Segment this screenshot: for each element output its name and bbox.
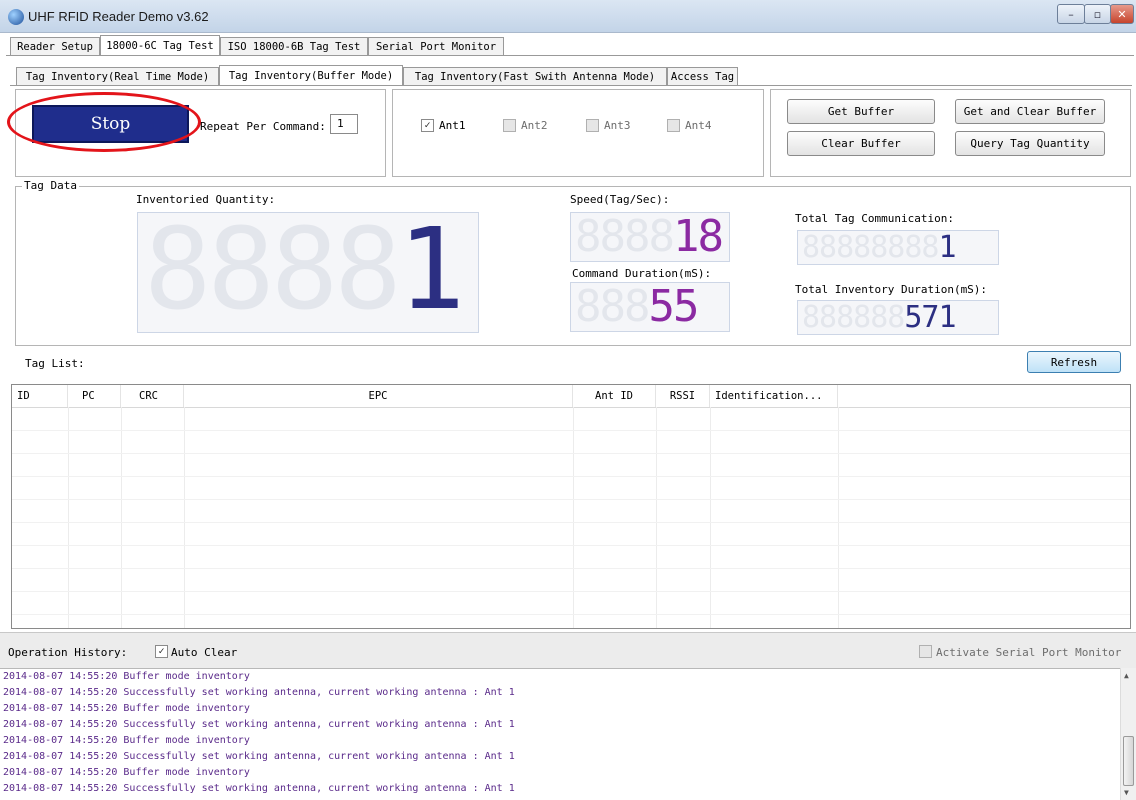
auto-clear-label: Auto Clear — [171, 646, 238, 659]
get-buffer-button[interactable]: Get Buffer — [787, 99, 935, 124]
activate-serial-monitor-checkbox[interactable] — [919, 645, 932, 658]
tag-list-table[interactable]: ID PC CRC EPC Ant ID RSSI Identification… — [11, 384, 1131, 629]
log-line: 2014-08-07 14:55:20 Successfully set wor… — [3, 783, 515, 794]
highlight-ellipse — [7, 92, 201, 152]
tab-real-time-mode[interactable]: Tag Inventory(Real Time Mode) — [16, 67, 219, 85]
ant1-checkbox[interactable]: ✓ — [421, 119, 434, 132]
refresh-button[interactable]: Refresh — [1027, 351, 1121, 373]
column-divider — [121, 407, 122, 628]
row-divider — [12, 614, 1130, 615]
row-divider — [12, 453, 1130, 454]
log-line: 2014-08-07 14:55:20 Successfully set wor… — [3, 751, 515, 762]
column-header-crc[interactable]: CRC — [121, 385, 184, 407]
column-divider — [710, 407, 711, 628]
main-tab-underline — [6, 55, 1134, 56]
column-header-identification[interactable]: Identification... — [710, 385, 838, 407]
inventoried-quantity-digits: 88881 — [144, 205, 465, 335]
row-divider — [12, 499, 1130, 500]
row-divider — [12, 568, 1130, 569]
inventoried-quantity-display: 88881 — [137, 205, 479, 335]
clear-buffer-button[interactable]: Clear Buffer — [787, 131, 935, 156]
column-header-rssi[interactable]: RSSI — [656, 385, 710, 407]
row-divider — [12, 476, 1130, 477]
repeat-per-command-input[interactable]: 1 — [330, 114, 358, 134]
row-divider — [12, 545, 1130, 546]
tab-fast-switch-antenna-mode[interactable]: Tag Inventory(Fast Swith Antenna Mode) — [403, 67, 667, 85]
ant1-label: Ant1 — [439, 119, 466, 132]
command-duration-value: 55 — [648, 281, 699, 332]
minimize-button[interactable]: – — [1057, 4, 1085, 24]
speed-digits: 888818 — [575, 211, 724, 262]
antenna-group — [392, 89, 764, 177]
app-icon — [8, 9, 24, 25]
ant3-checkbox[interactable] — [586, 119, 599, 132]
column-divider — [68, 407, 69, 628]
scroll-down-arrow-icon[interactable]: ▼ — [1124, 788, 1129, 797]
speed-value: 18 — [672, 211, 724, 262]
total-inventory-duration-digits: 888888571 — [802, 300, 957, 335]
total-tag-communication-digits: 888888881 — [802, 230, 957, 265]
total-tag-communication-label: Total Tag Communication: — [795, 212, 954, 225]
column-header-pc[interactable]: PC — [68, 385, 121, 407]
log-line: 2014-08-07 14:55:20 Successfully set wor… — [3, 719, 515, 730]
column-header-id[interactable]: ID — [12, 385, 68, 407]
operation-history-log[interactable]: 2014-08-07 14:55:20 Buffer mode inventor… — [0, 668, 1136, 800]
total-tag-communication-value: 1 — [938, 230, 957, 265]
total-inventory-duration-value: 571 — [904, 300, 956, 335]
column-header-ant-id[interactable]: Ant ID — [573, 385, 656, 407]
history-scrollbar[interactable]: ▲ ▼ — [1120, 668, 1136, 800]
column-divider — [573, 407, 574, 628]
tag-data-label: Tag Data — [22, 179, 79, 192]
window-title: UHF RFID Reader Demo v3.62 — [28, 9, 209, 24]
tab-serial-port-monitor[interactable]: Serial Port Monitor — [368, 37, 504, 55]
sub-tab-bar: Tag Inventory(Real Time Mode) Tag Invent… — [16, 65, 738, 85]
close-button[interactable]: ✕ — [1110, 4, 1134, 24]
total-tag-communication-display: 888888881 — [797, 230, 999, 265]
row-divider — [12, 430, 1130, 431]
log-line: 2014-08-07 14:55:20 Buffer mode inventor… — [3, 767, 250, 778]
sub-tab-underline — [10, 85, 1132, 86]
tab-18000-6c[interactable]: 18000-6C Tag Test — [100, 35, 220, 55]
column-divider — [838, 407, 839, 628]
command-duration-digits: 88855 — [575, 281, 699, 332]
table-header-divider — [12, 407, 1130, 408]
column-divider — [184, 407, 185, 628]
get-and-clear-buffer-button[interactable]: Get and Clear Buffer — [955, 99, 1105, 124]
speed-label: Speed(Tag/Sec): — [570, 193, 670, 206]
row-divider — [12, 591, 1130, 592]
command-duration-label: Command Duration(mS): — [572, 267, 712, 280]
tab-buffer-mode[interactable]: Tag Inventory(Buffer Mode) — [219, 65, 403, 85]
tab-iso-18000-6b[interactable]: ISO 18000-6B Tag Test — [220, 37, 368, 55]
tag-list-label: Tag List: — [25, 357, 85, 370]
row-divider — [12, 522, 1130, 523]
total-inventory-duration-display: 888888571 — [797, 300, 999, 335]
command-duration-display: 88855 — [570, 281, 730, 332]
ant4-checkbox[interactable] — [667, 119, 680, 132]
log-line: 2014-08-07 14:55:20 Buffer mode inventor… — [3, 735, 250, 746]
repeat-per-command-label: Repeat Per Command: — [200, 120, 326, 133]
log-line: 2014-08-07 14:55:20 Buffer mode inventor… — [3, 671, 250, 682]
activate-serial-monitor-label: Activate Serial Port Monitor — [936, 646, 1122, 659]
column-divider — [656, 407, 657, 628]
ant3-label: Ant3 — [604, 119, 631, 132]
scroll-thumb[interactable] — [1123, 736, 1134, 786]
log-line: 2014-08-07 14:55:20 Successfully set wor… — [3, 687, 515, 698]
ant2-checkbox[interactable] — [503, 119, 516, 132]
query-tag-quantity-button[interactable]: Query Tag Quantity — [955, 131, 1105, 156]
auto-clear-checkbox[interactable]: ✓ — [155, 645, 168, 658]
column-header-epc[interactable]: EPC — [184, 385, 573, 407]
tab-reader-setup[interactable]: Reader Setup — [10, 37, 100, 55]
log-line: 2014-08-07 14:55:20 Buffer mode inventor… — [3, 703, 250, 714]
scroll-up-arrow-icon[interactable]: ▲ — [1124, 671, 1129, 680]
inventoried-quantity-value: 1 — [397, 205, 465, 335]
ant2-label: Ant2 — [521, 119, 548, 132]
tab-access-tag[interactable]: Access Tag — [667, 67, 738, 85]
total-inventory-duration-label: Total Inventory Duration(mS): — [795, 283, 988, 296]
ant4-label: Ant4 — [685, 119, 712, 132]
speed-display: 888818 — [570, 211, 730, 262]
maximize-button[interactable]: ▫ — [1084, 4, 1111, 24]
operation-history-label: Operation History: — [8, 646, 128, 659]
main-tab-bar: Reader Setup 18000-6C Tag Test ISO 18000… — [10, 35, 504, 55]
